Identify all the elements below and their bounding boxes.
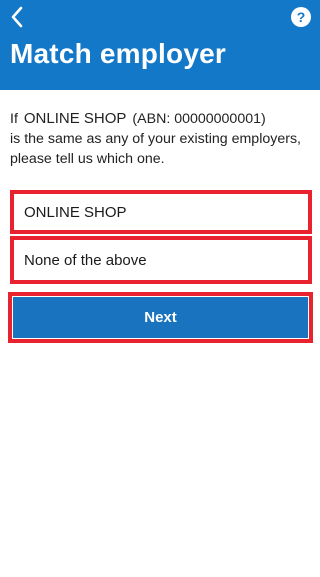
employer-option-none[interactable]: None of the above [10, 236, 312, 284]
chevron-left-icon [11, 6, 23, 28]
employer-abn: (ABN: 00000000001) [132, 111, 266, 127]
employer-name: ONLINE SHOP [23, 110, 127, 127]
intro-line-2: is the same as any of your existing empl… [10, 131, 301, 147]
header-bar: ? Match employer [0, 0, 320, 90]
svg-text:?: ? [297, 9, 306, 25]
intro-text: If ONLINE SHOP (ABN: 00000000001) is the s… [10, 109, 318, 169]
back-button[interactable] [4, 4, 30, 30]
employer-option-online-shop[interactable]: ONLINE SHOP [10, 190, 312, 234]
option-label: ONLINE SHOP [24, 203, 127, 221]
next-button-highlight: Next [8, 292, 313, 343]
help-circle-icon: ? [291, 7, 311, 27]
intro-prefix: If [10, 111, 18, 127]
page-title: Match employer [10, 38, 226, 69]
intro-line-3: please tell us which one. [10, 151, 165, 167]
next-button[interactable]: Next [13, 297, 308, 338]
help-button[interactable]: ? [290, 6, 312, 28]
option-label: None of the above [24, 251, 147, 269]
